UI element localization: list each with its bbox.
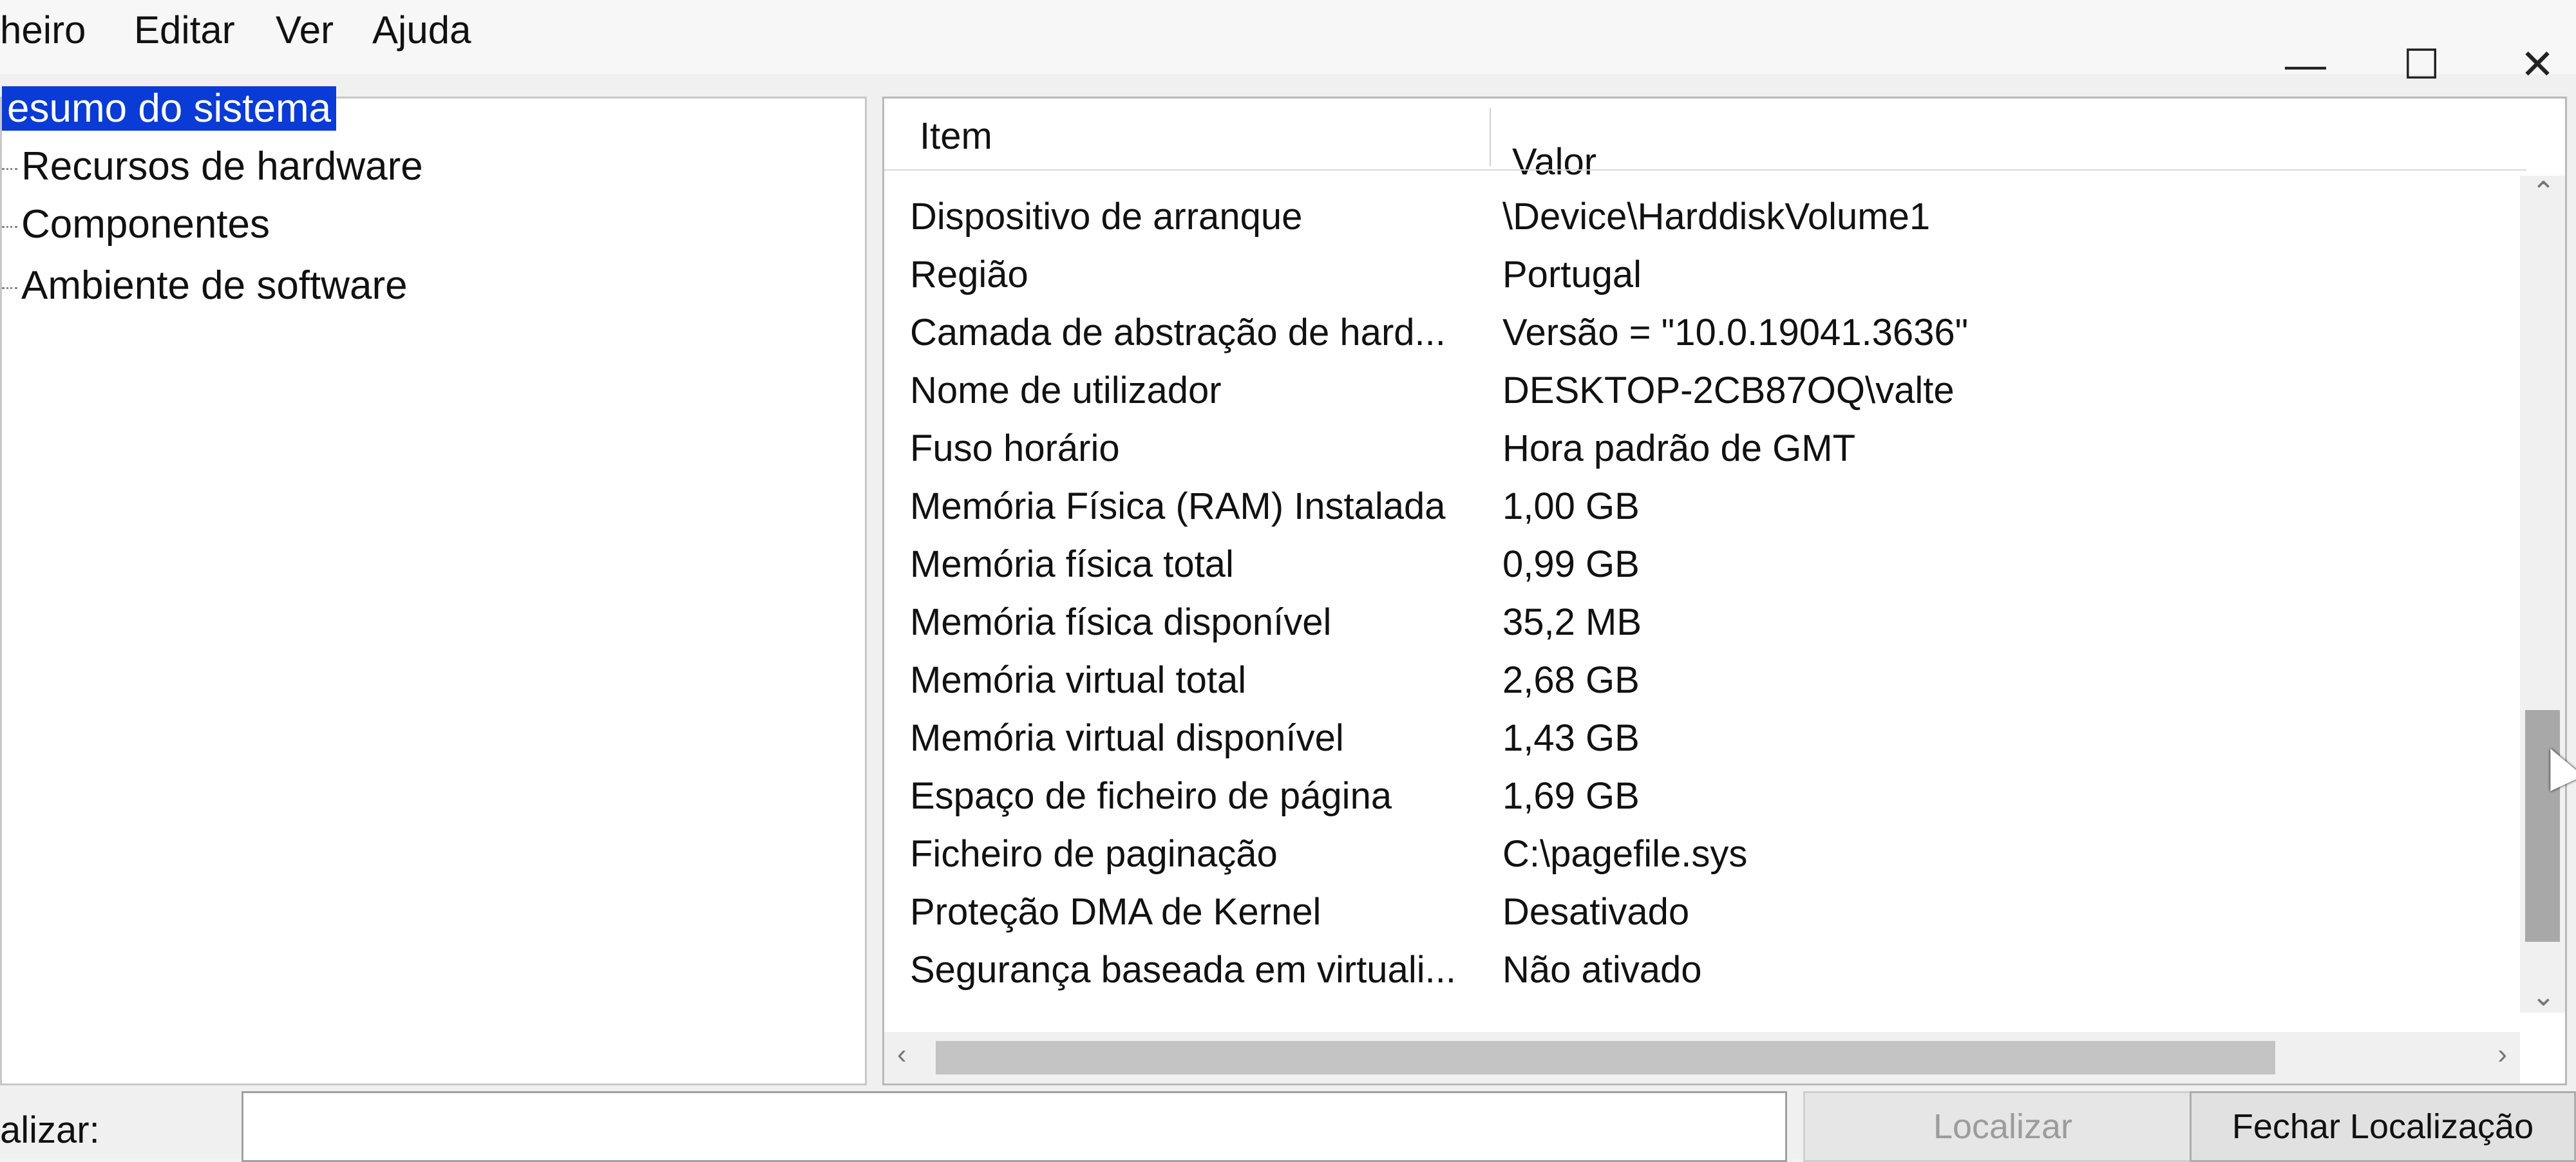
table-row[interactable]: Fuso horário Hora padrão de GMT xyxy=(884,427,2526,485)
table-row[interactable]: Proteção DMA de Kernel Desativado xyxy=(884,890,2526,948)
row-value: Hora padrão de GMT xyxy=(1502,427,1856,469)
chevron-right-icon[interactable]: › xyxy=(2497,1038,2507,1071)
table-row[interactable]: Memória física total 0,99 GB xyxy=(884,543,2526,601)
vertical-scroll-thumb[interactable] xyxy=(2525,710,2560,942)
table-row[interactable]: Espaço de ficheiro de página 1,69 GB xyxy=(884,774,2526,832)
chevron-down-icon[interactable]: ⌄ xyxy=(2532,980,2555,1013)
row-item: Dispositivo de arranque xyxy=(910,196,1303,238)
table-row[interactable]: Segurança baseada em virtuali... Não ativ… xyxy=(884,948,2526,1006)
row-value: C:\pagefile.sys xyxy=(1502,833,1748,875)
row-value: 1,00 GB xyxy=(1502,485,1640,527)
row-item: Região xyxy=(910,254,1028,295)
table-row[interactable]: Memória virtual disponível 1,43 GB xyxy=(884,717,2526,774)
menu-view[interactable]: Ver xyxy=(276,8,334,52)
chevron-up-icon[interactable]: ⌃ xyxy=(2532,176,2555,209)
tree-item-components[interactable]: Componentes xyxy=(2,201,270,247)
table-row[interactable]: Região Portugal xyxy=(884,253,2526,311)
header-divider xyxy=(884,169,2526,171)
find-label: alizar: xyxy=(0,1109,100,1151)
row-value: DESKTOP-2CB87OQ\valte xyxy=(1502,370,1955,411)
row-item: Fuso horário xyxy=(910,427,1120,469)
menu-file[interactable]: heiro xyxy=(0,8,86,52)
row-item: Memória Física (RAM) Instalada xyxy=(910,485,1446,527)
close-button[interactable]: ✕ xyxy=(2499,26,2576,103)
table-row[interactable]: Ficheiro de paginação C:\pagefile.sys xyxy=(884,832,2526,890)
row-value: 1,43 GB xyxy=(1502,717,1640,759)
system-information-window: heiro Editar Ver Ajuda — ☐ ✕ esumo do si… xyxy=(0,0,2576,1162)
row-item: Memória virtual disponível xyxy=(910,717,1344,759)
column-header-value[interactable]: Valor xyxy=(1512,140,1596,183)
table-row[interactable]: Dispositivo de arranque \Device\HarddiskV… xyxy=(884,195,2526,253)
row-value: \Device\HarddiskVolume1 xyxy=(1502,196,1931,238)
row-item: Espaço de ficheiro de página xyxy=(910,775,1392,817)
column-header-item[interactable]: Item xyxy=(920,115,992,158)
find-button[interactable]: Localizar xyxy=(1803,1091,2202,1162)
row-value: 1,69 GB xyxy=(1502,775,1640,817)
row-value: 2,68 GB xyxy=(1502,659,1640,701)
tree-item-label: esumo do sistema xyxy=(2,86,337,131)
close-find-button[interactable]: Fechar Localização xyxy=(2190,1091,2576,1162)
row-item: Ficheiro de paginação xyxy=(910,833,1278,875)
tree-connector xyxy=(2,226,17,229)
tree-item-system-summary[interactable]: esumo do sistema xyxy=(2,86,337,131)
tree-connector xyxy=(2,287,17,290)
find-bar: alizar: Localizar Fechar Localização xyxy=(0,1088,2576,1162)
table-row[interactable]: Camada de abstração de hard... Versão = "… xyxy=(884,311,2526,369)
row-item: Segurança baseada em virtuali... xyxy=(910,949,1456,991)
tree-item-label: Ambiente de software xyxy=(21,263,408,308)
row-item: Memória física disponível xyxy=(910,601,1332,643)
horizontal-scrollbar[interactable]: ‹ › xyxy=(884,1032,2520,1083)
tree-item-hardware-resources[interactable]: Recursos de hardware xyxy=(2,144,423,189)
row-value: Desativado xyxy=(1502,891,1690,933)
table-row[interactable]: Nome de utilizador DESKTOP-2CB87OQ\valte xyxy=(884,369,2526,427)
column-separator[interactable] xyxy=(1490,108,1491,166)
category-tree: esumo do sistema Recursos de hardware Co… xyxy=(0,86,867,1085)
horizontal-scroll-thumb[interactable] xyxy=(936,1041,2275,1074)
row-item: Memória física total xyxy=(910,543,1234,585)
vertical-scrollbar[interactable]: ⌃ ⌄ xyxy=(2520,176,2565,1013)
chevron-left-icon[interactable]: ‹ xyxy=(897,1038,907,1071)
row-value: Versão = "10.0.19041.3636" xyxy=(1502,312,1969,353)
table-row[interactable]: Memória física disponível 35,2 MB xyxy=(884,601,2526,659)
row-item: Proteção DMA de Kernel xyxy=(910,891,1321,933)
row-item: Camada de abstração de hard... xyxy=(910,312,1446,353)
tree-item-label: Componentes xyxy=(21,202,270,247)
menu-edit[interactable]: Editar xyxy=(134,8,235,52)
details-list: Item Valor Dispositivo de arranque \Devic… xyxy=(882,97,2567,1085)
tree-connector xyxy=(2,168,17,171)
maximize-button[interactable]: ☐ xyxy=(2383,26,2460,103)
table-row[interactable]: Memória Física (RAM) Instalada 1,00 GB xyxy=(884,485,2526,543)
row-value: 35,2 MB xyxy=(1502,601,1642,643)
tree-item-software-environment[interactable]: Ambiente de software xyxy=(2,263,408,308)
minimize-button[interactable]: — xyxy=(2267,26,2344,103)
menu-help[interactable]: Ajuda xyxy=(372,8,471,52)
row-item: Memória virtual total xyxy=(910,659,1247,701)
tree-item-label: Recursos de hardware xyxy=(21,144,423,189)
table-row[interactable]: Memória virtual total 2,68 GB xyxy=(884,659,2526,717)
row-value: Portugal xyxy=(1502,254,1642,295)
find-input[interactable] xyxy=(242,1091,1787,1162)
row-value: 0,99 GB xyxy=(1502,543,1640,585)
row-value: Não ativado xyxy=(1502,949,1702,991)
row-item: Nome de utilizador xyxy=(910,370,1222,411)
menu-bar: heiro Editar Ver Ajuda — ☐ ✕ xyxy=(0,0,2576,88)
